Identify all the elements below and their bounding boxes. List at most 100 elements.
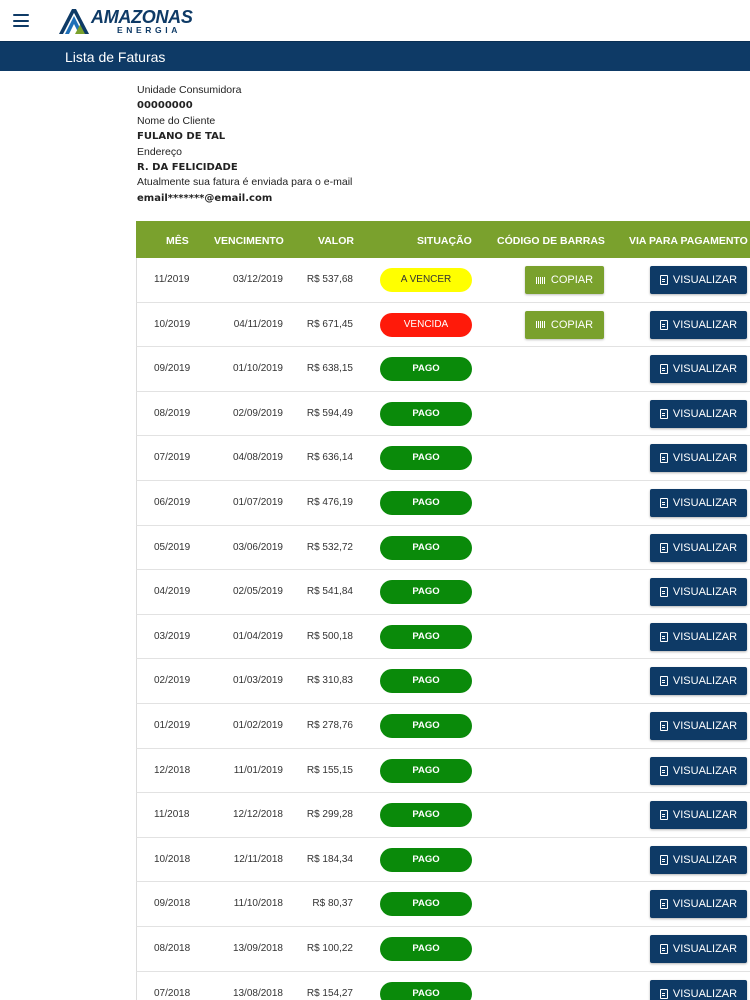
- copy-barcode-button[interactable]: COPIAR: [525, 266, 604, 294]
- view-invoice-button[interactable]: VISUALIZAR: [650, 578, 747, 607]
- view-invoice-button[interactable]: VISUALIZAR: [650, 444, 747, 473]
- view-label: VISUALIZAR: [672, 942, 738, 955]
- view-invoice-button[interactable]: VISUALIZAR: [650, 934, 747, 963]
- page-title: Lista de Faturas: [65, 49, 166, 65]
- copy-barcode-button[interactable]: COPIAR: [525, 310, 604, 339]
- address-value: R. DA FELICIDADE: [137, 162, 238, 174]
- view-label: VISUALIZAR: [672, 764, 738, 777]
- cell-valor: R$ 636,14: [306, 452, 353, 464]
- cell-valor: R$ 184,34: [306, 853, 353, 865]
- table-row: 10/2018 12/11/2018 R$ 184,34 PAGO VISUALIZAR: [136, 837, 750, 883]
- top-bar: AMAZONAS ENERGIA: [0, 0, 750, 41]
- view-label: VISUALIZAR: [672, 809, 738, 822]
- cell-mes: 09/2019: [154, 363, 191, 375]
- table-row: 05/2019 03/06/2019 R$ 532,72 PAGO VISUALIZAR: [136, 525, 750, 571]
- cell-mes: 07/2018: [154, 987, 191, 999]
- view-invoice-button[interactable]: VISUALIZAR: [650, 756, 747, 785]
- view-invoice-button[interactable]: VISUALIZAR: [650, 979, 747, 1000]
- status-badge: PAGO: [380, 892, 472, 917]
- status-badge: A VENCER: [380, 268, 472, 292]
- cell-mes: 01/2019: [154, 719, 191, 731]
- view-label: VISUALIZAR: [672, 853, 738, 866]
- cell-valor: R$ 278,76: [306, 719, 353, 731]
- cell-valor: R$ 154,27: [306, 987, 353, 999]
- document-icon: [659, 854, 668, 865]
- view-label: VISUALIZAR: [672, 541, 738, 554]
- document-icon: [659, 899, 668, 910]
- cell-mes: 10/2018: [154, 853, 191, 865]
- view-label: VISUALIZAR: [672, 719, 738, 732]
- cell-vencimento: 04/08/2019: [232, 452, 283, 464]
- document-icon: [659, 943, 668, 954]
- cell-mes: 06/2019: [154, 496, 191, 508]
- cell-vencimento: 01/07/2019: [232, 496, 283, 508]
- view-label: VISUALIZAR: [672, 452, 738, 465]
- table-row: 11/2019 03/12/2019 R$ 537,68 A VENCER COPIAR…: [136, 258, 750, 303]
- document-icon: [659, 676, 668, 687]
- document-icon: [659, 720, 668, 731]
- status-badge: PAGO: [380, 847, 472, 872]
- cell-valor: R$ 541,84: [306, 586, 353, 598]
- header-codigo-barras: CÓDIGO DE BARRAS: [497, 235, 605, 247]
- view-invoice-button[interactable]: VISUALIZAR: [650, 890, 747, 919]
- view-invoice-button[interactable]: VISUALIZAR: [650, 399, 747, 428]
- table-row: 07/2019 04/08/2019 R$ 636,14 PAGO VISUALIZAR: [136, 436, 750, 481]
- status-badge: PAGO: [380, 758, 472, 783]
- cell-vencimento: 13/09/2018: [232, 942, 283, 954]
- view-label: VISUALIZAR: [672, 987, 738, 1000]
- uc-value: 00000000: [137, 100, 193, 112]
- cell-mes: 09/2018: [154, 898, 191, 910]
- view-invoice-button[interactable]: VISUALIZAR: [650, 266, 747, 294]
- document-icon: [659, 765, 668, 776]
- cell-vencimento: 12/11/2018: [233, 853, 283, 865]
- view-invoice-button[interactable]: VISUALIZAR: [650, 801, 747, 830]
- cell-vencimento: 11/01/2019: [233, 764, 283, 776]
- cell-valor: R$ 671,45: [306, 318, 353, 330]
- document-icon: [659, 542, 668, 553]
- table-row: 09/2018 11/10/2018 R$ 80,37 PAGO VISUALIZAR: [136, 882, 750, 927]
- status-badge: PAGO: [380, 936, 472, 961]
- view-invoice-button[interactable]: VISUALIZAR: [650, 667, 747, 696]
- view-invoice-button[interactable]: VISUALIZAR: [650, 845, 747, 874]
- table-row: 08/2019 02/09/2019 R$ 594,49 PAGO VISUALIZAR: [136, 391, 750, 437]
- document-icon: [659, 319, 668, 330]
- uc-label: Unidade Consumidora: [137, 84, 242, 96]
- cell-mes: 08/2019: [154, 407, 191, 419]
- view-invoice-button[interactable]: VISUALIZAR: [650, 533, 747, 562]
- cell-vencimento: 01/10/2019: [232, 363, 283, 375]
- table-header: MÊS VENCIMENTO VALOR SITUAÇÃO CÓDIGO DE …: [136, 221, 750, 258]
- cell-valor: R$ 537,68: [306, 274, 353, 285]
- document-icon: [659, 631, 668, 642]
- cell-mes: 03/2019: [154, 630, 191, 642]
- view-label: VISUALIZAR: [672, 407, 738, 420]
- table-row: 06/2019 01/07/2019 R$ 476,19 PAGO VISUALIZAR: [136, 480, 750, 526]
- document-icon: [659, 364, 668, 375]
- view-label: VISUALIZAR: [672, 898, 738, 911]
- view-invoice-button[interactable]: VISUALIZAR: [650, 711, 747, 740]
- view-invoice-button[interactable]: VISUALIZAR: [650, 310, 747, 339]
- view-label: VISUALIZAR: [672, 675, 738, 688]
- customer-info: Unidade Consumidora 00000000 Nome do Cli…: [137, 83, 352, 206]
- cell-mes: 07/2019: [154, 452, 191, 464]
- table-row: 07/2018 13/08/2018 R$ 154,27 PAGO VISUALIZAR: [136, 971, 750, 1000]
- status-badge: PAGO: [380, 669, 472, 694]
- header-vencimento: VENCIMENTO: [214, 235, 284, 247]
- view-label: VISUALIZAR: [672, 318, 738, 331]
- view-invoice-button[interactable]: VISUALIZAR: [650, 355, 747, 384]
- cell-vencimento: 02/09/2019: [232, 407, 283, 419]
- cell-vencimento: 13/08/2018: [232, 987, 283, 999]
- cell-vencimento: 03/06/2019: [232, 541, 283, 553]
- copy-label: COPIAR: [550, 274, 594, 286]
- cell-mes: 02/2019: [154, 675, 191, 687]
- view-label: VISUALIZAR: [672, 363, 738, 376]
- view-invoice-button[interactable]: VISUALIZAR: [650, 488, 747, 517]
- email-value: email*******@email.com: [137, 192, 273, 204]
- status-badge: PAGO: [380, 401, 472, 426]
- copy-label: COPIAR: [550, 318, 594, 331]
- status-badge: VENCIDA: [380, 312, 472, 337]
- cell-vencimento: 12/12/2018: [232, 809, 283, 821]
- address-label: Endereço: [137, 145, 182, 158]
- hamburger-menu-icon[interactable]: [13, 14, 29, 27]
- view-invoice-button[interactable]: VISUALIZAR: [650, 622, 747, 651]
- document-icon: [659, 453, 668, 464]
